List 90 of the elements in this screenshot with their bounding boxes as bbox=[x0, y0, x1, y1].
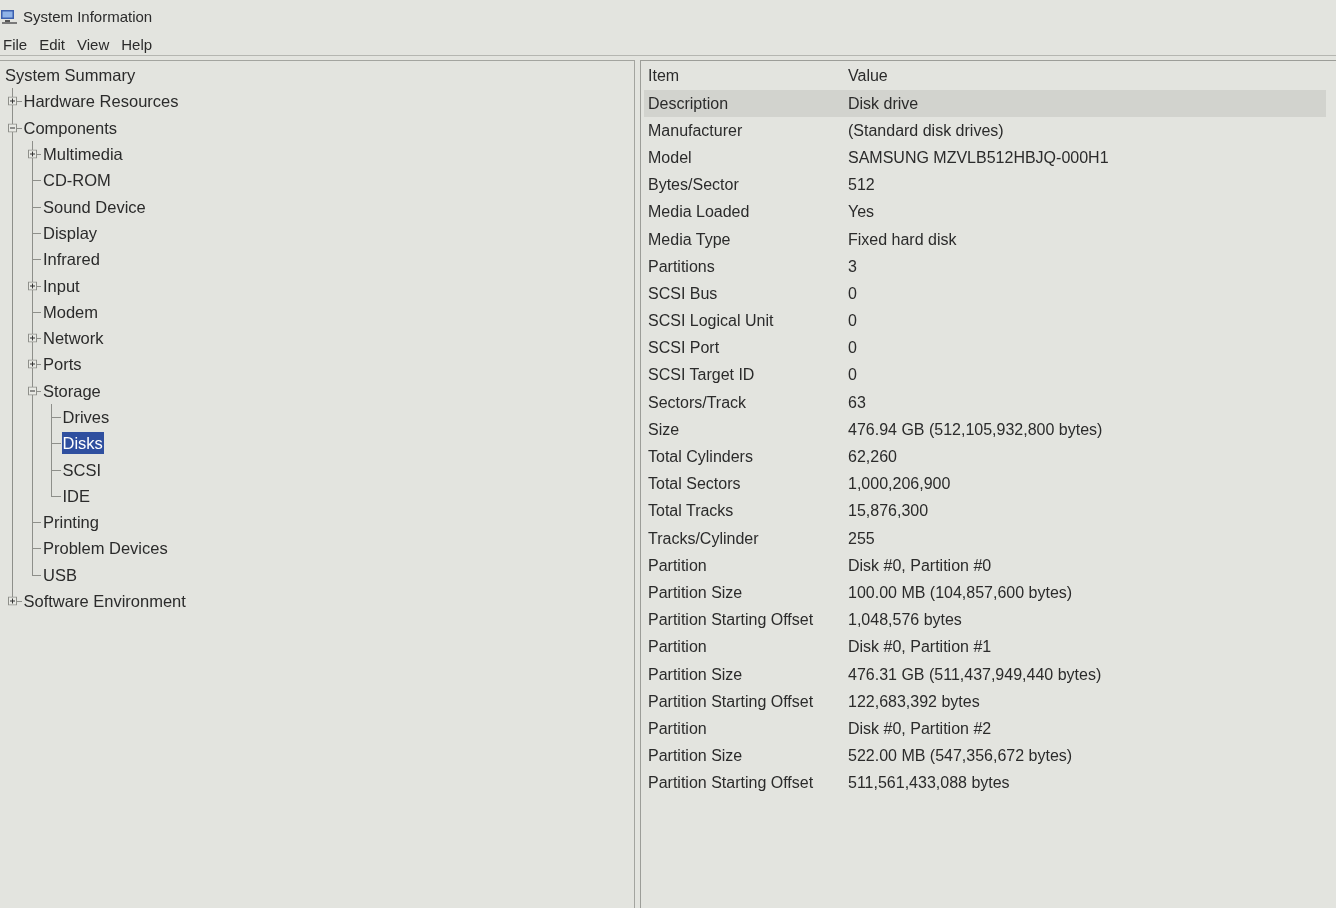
item-cell-text: SCSI Target ID bbox=[647, 365, 756, 386]
item-cell-text: Partition Size bbox=[647, 582, 744, 603]
tree-item[interactable]: Drives bbox=[61, 406, 111, 428]
value-cell-text: Disk drive bbox=[847, 93, 919, 114]
item-cell-text: Media Type bbox=[647, 229, 732, 250]
value-cell-text: 476.94 GB (512,105,932,800 bytes) bbox=[847, 419, 1103, 440]
tree-item[interactable]: Modem bbox=[42, 300, 100, 323]
item-cell-text: SCSI Logical Unit bbox=[647, 311, 775, 332]
item-cell-text: Model bbox=[647, 147, 693, 168]
tree-item[interactable]: Storage bbox=[42, 379, 102, 402]
column-header[interactable]: Value bbox=[844, 63, 888, 88]
tree-item[interactable]: Network bbox=[42, 327, 105, 350]
collapse-icon[interactable] bbox=[27, 386, 37, 396]
value-cell-text: 255 bbox=[847, 528, 875, 549]
menu-item[interactable]: View bbox=[75, 34, 112, 55]
item-cell-text: Manufacturer bbox=[647, 120, 744, 141]
item-cell-text: Partition Size bbox=[647, 746, 744, 767]
item-cell-text: Description bbox=[647, 93, 730, 114]
item-cell-text: Sectors/Track bbox=[647, 392, 748, 413]
value-cell-text: 476.31 GB (511,437,949,440 bytes) bbox=[847, 664, 1102, 685]
value-cell-text: 512 bbox=[847, 175, 875, 196]
tree-item[interactable]: Sound Device bbox=[42, 195, 147, 218]
item-cell-text: Tracks/Cylinder bbox=[647, 528, 760, 549]
item-cell-text: Partition bbox=[647, 555, 708, 576]
menu-item[interactable]: File bbox=[1, 34, 30, 55]
item-cell-text: Partition Size bbox=[647, 664, 744, 685]
tree-item[interactable]: Infrared bbox=[42, 248, 101, 271]
value-cell-text: (Standard disk drives) bbox=[847, 120, 1004, 141]
column-header[interactable]: Item bbox=[644, 63, 844, 88]
item-cell-text: Total Cylinders bbox=[647, 447, 754, 468]
value-cell-text: 15,876,300 bbox=[847, 501, 929, 522]
tree-item[interactable]: Ports bbox=[42, 353, 83, 376]
item-cell-text: Partition Starting Offset bbox=[647, 610, 815, 631]
value-cell-text: SAMSUNG MZVLB512HBJQ-000H1 bbox=[847, 147, 1109, 168]
item-cell-text: Partition Starting Offset bbox=[647, 691, 815, 712]
value-cell-text: Disk #0, Partition #2 bbox=[847, 718, 992, 739]
expand-icon[interactable] bbox=[8, 96, 17, 106]
value-cell-text: 1,048,576 bytes bbox=[847, 610, 962, 631]
tree-item[interactable]: Hardware Resources bbox=[22, 90, 180, 113]
expand-icon[interactable] bbox=[27, 149, 37, 159]
value-cell-text: Disk #0, Partition #1 bbox=[847, 637, 992, 658]
item-cell-text: Partition bbox=[647, 637, 708, 658]
expand-icon[interactable] bbox=[8, 596, 17, 606]
expand-icon[interactable] bbox=[27, 333, 37, 343]
tree-item[interactable]: System Summary bbox=[4, 64, 137, 87]
item-cell-text: SCSI Port bbox=[647, 338, 721, 359]
item-cell-text: SCSI Bus bbox=[647, 283, 719, 304]
value-cell-text: Yes bbox=[847, 202, 875, 223]
tree-item[interactable]: CD-ROM bbox=[42, 169, 112, 192]
value-cell-text: Disk #0, Partition #0 bbox=[847, 555, 992, 576]
tree-item[interactable]: IDE bbox=[61, 484, 91, 507]
tree-item[interactable]: Problem Devices bbox=[42, 537, 169, 560]
value-cell-text: 0 bbox=[847, 311, 857, 332]
value-cell-text: 100.00 MB (104,857,600 bytes) bbox=[847, 582, 1073, 603]
tree-item[interactable]: Printing bbox=[42, 511, 100, 534]
window-title: System Information bbox=[23, 6, 153, 27]
value-cell-text: 522.00 MB (547,356,672 bytes) bbox=[847, 746, 1073, 767]
tree-item[interactable]: SCSI bbox=[61, 458, 102, 481]
expand-icon[interactable] bbox=[27, 281, 37, 290]
item-cell-text: Size bbox=[647, 419, 681, 440]
item-cell-text: Bytes/Sector bbox=[647, 175, 740, 196]
value-cell-text: 122,683,392 bytes bbox=[847, 691, 980, 712]
tree-item[interactable]: Components bbox=[22, 116, 119, 139]
collapse-icon[interactable] bbox=[8, 123, 17, 133]
value-cell-text: 3 bbox=[847, 256, 857, 277]
tree-item[interactable]: Software Environment bbox=[22, 590, 187, 613]
item-cell-text: Partition Starting Offset bbox=[647, 773, 815, 794]
tree-item[interactable]: Multimedia bbox=[42, 143, 124, 166]
value-cell-text: 1,000,206,900 bbox=[847, 474, 951, 495]
item-cell-text: Total Sectors bbox=[647, 474, 742, 495]
selected-row[interactable]: Description Disk drive bbox=[644, 90, 1326, 118]
item-cell-text: Partition bbox=[647, 718, 708, 739]
value-cell-text: 511,561,433,088 bytes bbox=[847, 773, 1010, 794]
menu-item[interactable]: Help bbox=[119, 34, 155, 55]
value-cell-text: 0 bbox=[847, 338, 857, 359]
value-cell-text: 0 bbox=[847, 283, 857, 304]
computer-icon bbox=[1, 10, 17, 24]
item-cell-text: Partitions bbox=[647, 256, 716, 277]
tree-item[interactable]: Display bbox=[42, 221, 99, 244]
value-cell-text: 63 bbox=[847, 392, 866, 413]
item-cell-text: Media Loaded bbox=[647, 202, 751, 223]
value-cell-text: 0 bbox=[847, 365, 857, 386]
value-cell-text: 62,260 bbox=[847, 447, 897, 468]
tree-item[interactable]: USB bbox=[42, 563, 78, 586]
value-cell-text: Fixed hard disk bbox=[847, 229, 957, 250]
tree-item[interactable]: Input bbox=[42, 274, 81, 297]
expand-icon[interactable] bbox=[27, 359, 37, 369]
tree-item[interactable]: Disks bbox=[61, 432, 104, 455]
menu-item[interactable]: Edit bbox=[37, 34, 68, 55]
item-cell-text: Total Tracks bbox=[647, 501, 735, 522]
